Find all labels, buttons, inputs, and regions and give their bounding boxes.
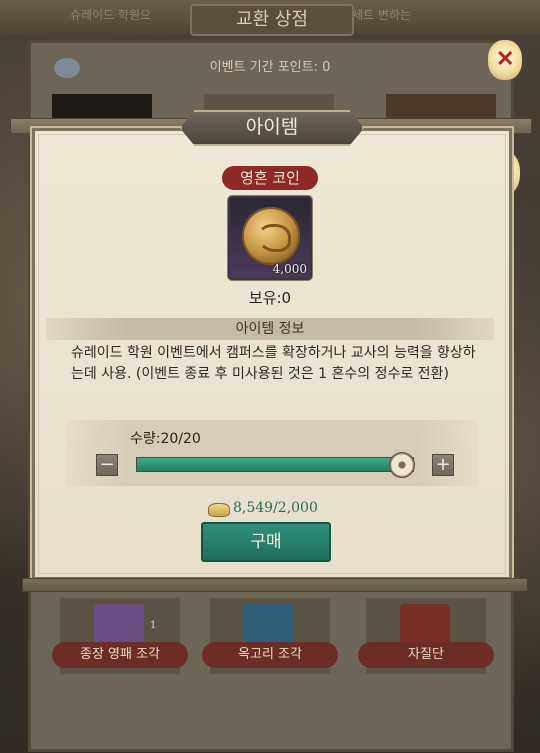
increase-quantity-button[interactable]: + [432,454,454,476]
dialog-bottom-rail [22,578,528,592]
item-description: 슈레이드 학원 이벤트에서 캠퍼스를 확장하거나 교사의 능력을 향상하는데 사… [71,345,476,382]
card-count: 1 [150,620,157,631]
owned-count: 보유:0 [248,289,292,307]
bg-faded-text-left: 슈레이드 학원으 [70,8,152,22]
item-name: 영혼 코인 [222,166,318,190]
cost-text: 8,549/2,000 [233,500,318,516]
item-count: 4,000 [272,262,307,276]
buy-button[interactable]: 구매 [201,522,331,562]
item-icon [244,604,294,644]
bg-faded-text-right: 세트 변하는 [352,8,412,22]
item-icon [400,604,450,644]
cost-display: 8,549/2,000 [200,500,340,520]
dialog-title: 아이템 [180,110,364,146]
event-points-text: 이벤트 기간 포인트: 0 [209,60,331,75]
shop-item-label: 자질단 [358,642,494,668]
item-slot: 4,000 [228,196,312,280]
quantity-panel [66,420,478,486]
item-icon [94,604,144,644]
shop-item-card[interactable]: 자질단 [358,596,494,676]
quantity-slider-fill [137,458,401,471]
quantity-slider-knob[interactable] [389,452,415,478]
item-info-header: 아이템 정보 [46,318,494,340]
shop-item-card[interactable]: 옥고리 조각 [202,596,338,676]
soul-coin-icon [242,207,300,265]
quantity-slider[interactable] [136,452,415,478]
gold-ingot-icon [208,503,230,517]
shop-item-label: 옥고리 조각 [202,642,338,668]
shop-item-label: 종장 영패 조각 [52,642,188,668]
shop-item-card[interactable]: 1 종장 영패 조각 [52,596,188,676]
decrease-quantity-button[interactable]: − [96,454,118,476]
lantern-x-icon[interactable]: ✕ [488,40,522,80]
shop-title: 교환 상점 [190,4,354,36]
quantity-label: 수량:20/20 [130,431,201,447]
